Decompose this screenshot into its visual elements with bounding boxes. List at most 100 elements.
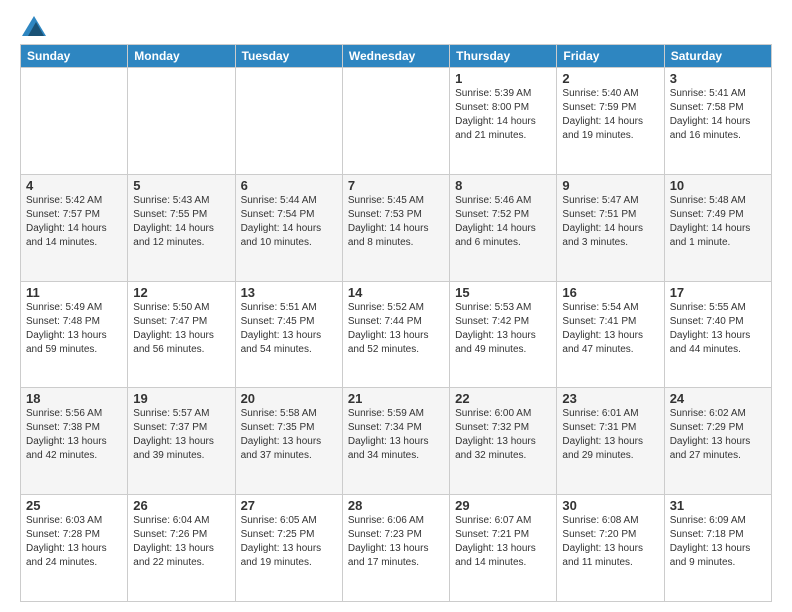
day-number: 28 — [348, 498, 444, 513]
calendar-cell: 27Sunrise: 6:05 AMSunset: 7:25 PMDayligh… — [235, 495, 342, 602]
calendar-cell: 3Sunrise: 5:41 AMSunset: 7:58 PMDaylight… — [664, 68, 771, 175]
calendar-cell: 17Sunrise: 5:55 AMSunset: 7:40 PMDayligh… — [664, 281, 771, 388]
calendar-cell: 18Sunrise: 5:56 AMSunset: 7:38 PMDayligh… — [21, 388, 128, 495]
day-number: 13 — [241, 285, 337, 300]
calendar-row-2: 4Sunrise: 5:42 AMSunset: 7:57 PMDaylight… — [21, 174, 772, 281]
calendar-cell: 4Sunrise: 5:42 AMSunset: 7:57 PMDaylight… — [21, 174, 128, 281]
calendar-row-4: 18Sunrise: 5:56 AMSunset: 7:38 PMDayligh… — [21, 388, 772, 495]
calendar-cell: 25Sunrise: 6:03 AMSunset: 7:28 PMDayligh… — [21, 495, 128, 602]
day-info: Sunrise: 5:59 AMSunset: 7:34 PMDaylight:… — [348, 407, 444, 463]
weekday-thursday: Thursday — [450, 45, 557, 68]
day-number: 31 — [670, 498, 766, 513]
calendar-cell: 20Sunrise: 5:58 AMSunset: 7:35 PMDayligh… — [235, 388, 342, 495]
calendar-cell: 12Sunrise: 5:50 AMSunset: 7:47 PMDayligh… — [128, 281, 235, 388]
calendar-cell — [21, 68, 128, 175]
calendar-cell: 31Sunrise: 6:09 AMSunset: 7:18 PMDayligh… — [664, 495, 771, 602]
calendar-cell: 21Sunrise: 5:59 AMSunset: 7:34 PMDayligh… — [342, 388, 449, 495]
day-number: 19 — [133, 391, 229, 406]
day-info: Sunrise: 6:06 AMSunset: 7:23 PMDaylight:… — [348, 514, 444, 570]
day-info: Sunrise: 5:58 AMSunset: 7:35 PMDaylight:… — [241, 407, 337, 463]
day-info: Sunrise: 5:50 AMSunset: 7:47 PMDaylight:… — [133, 301, 229, 357]
day-number: 27 — [241, 498, 337, 513]
calendar-cell: 15Sunrise: 5:53 AMSunset: 7:42 PMDayligh… — [450, 281, 557, 388]
day-number: 3 — [670, 71, 766, 86]
day-info: Sunrise: 5:54 AMSunset: 7:41 PMDaylight:… — [562, 301, 658, 357]
weekday-tuesday: Tuesday — [235, 45, 342, 68]
calendar-cell: 6Sunrise: 5:44 AMSunset: 7:54 PMDaylight… — [235, 174, 342, 281]
day-number: 5 — [133, 178, 229, 193]
weekday-sunday: Sunday — [21, 45, 128, 68]
calendar-cell: 9Sunrise: 5:47 AMSunset: 7:51 PMDaylight… — [557, 174, 664, 281]
day-info: Sunrise: 6:04 AMSunset: 7:26 PMDaylight:… — [133, 514, 229, 570]
day-number: 23 — [562, 391, 658, 406]
weekday-monday: Monday — [128, 45, 235, 68]
day-info: Sunrise: 5:45 AMSunset: 7:53 PMDaylight:… — [348, 194, 444, 250]
calendar-cell: 1Sunrise: 5:39 AMSunset: 8:00 PMDaylight… — [450, 68, 557, 175]
day-number: 10 — [670, 178, 766, 193]
calendar-cell: 8Sunrise: 5:46 AMSunset: 7:52 PMDaylight… — [450, 174, 557, 281]
day-number: 7 — [348, 178, 444, 193]
day-number: 14 — [348, 285, 444, 300]
calendar-cell: 14Sunrise: 5:52 AMSunset: 7:44 PMDayligh… — [342, 281, 449, 388]
day-info: Sunrise: 6:08 AMSunset: 7:20 PMDaylight:… — [562, 514, 658, 570]
calendar-row-3: 11Sunrise: 5:49 AMSunset: 7:48 PMDayligh… — [21, 281, 772, 388]
day-info: Sunrise: 5:57 AMSunset: 7:37 PMDaylight:… — [133, 407, 229, 463]
day-number: 11 — [26, 285, 122, 300]
calendar-cell: 30Sunrise: 6:08 AMSunset: 7:20 PMDayligh… — [557, 495, 664, 602]
day-number: 17 — [670, 285, 766, 300]
calendar-row-5: 25Sunrise: 6:03 AMSunset: 7:28 PMDayligh… — [21, 495, 772, 602]
day-info: Sunrise: 5:56 AMSunset: 7:38 PMDaylight:… — [26, 407, 122, 463]
calendar-cell: 24Sunrise: 6:02 AMSunset: 7:29 PMDayligh… — [664, 388, 771, 495]
weekday-saturday: Saturday — [664, 45, 771, 68]
calendar-cell — [235, 68, 342, 175]
day-info: Sunrise: 5:41 AMSunset: 7:58 PMDaylight:… — [670, 87, 766, 143]
calendar-cell: 19Sunrise: 5:57 AMSunset: 7:37 PMDayligh… — [128, 388, 235, 495]
day-info: Sunrise: 5:53 AMSunset: 7:42 PMDaylight:… — [455, 301, 551, 357]
day-info: Sunrise: 5:47 AMSunset: 7:51 PMDaylight:… — [562, 194, 658, 250]
header — [20, 16, 772, 36]
calendar-cell: 23Sunrise: 6:01 AMSunset: 7:31 PMDayligh… — [557, 388, 664, 495]
day-number: 6 — [241, 178, 337, 193]
weekday-friday: Friday — [557, 45, 664, 68]
page: SundayMondayTuesdayWednesdayThursdayFrid… — [0, 0, 792, 612]
day-number: 2 — [562, 71, 658, 86]
day-number: 16 — [562, 285, 658, 300]
weekday-wednesday: Wednesday — [342, 45, 449, 68]
day-info: Sunrise: 6:07 AMSunset: 7:21 PMDaylight:… — [455, 514, 551, 570]
calendar-cell: 7Sunrise: 5:45 AMSunset: 7:53 PMDaylight… — [342, 174, 449, 281]
day-number: 15 — [455, 285, 551, 300]
calendar-cell: 26Sunrise: 6:04 AMSunset: 7:26 PMDayligh… — [128, 495, 235, 602]
day-number: 12 — [133, 285, 229, 300]
day-info: Sunrise: 5:46 AMSunset: 7:52 PMDaylight:… — [455, 194, 551, 250]
day-info: Sunrise: 6:00 AMSunset: 7:32 PMDaylight:… — [455, 407, 551, 463]
day-info: Sunrise: 5:51 AMSunset: 7:45 PMDaylight:… — [241, 301, 337, 357]
day-number: 26 — [133, 498, 229, 513]
calendar-table: SundayMondayTuesdayWednesdayThursdayFrid… — [20, 44, 772, 602]
day-number: 25 — [26, 498, 122, 513]
day-info: Sunrise: 6:03 AMSunset: 7:28 PMDaylight:… — [26, 514, 122, 570]
logo-icon — [22, 16, 46, 36]
calendar-cell: 13Sunrise: 5:51 AMSunset: 7:45 PMDayligh… — [235, 281, 342, 388]
calendar-cell: 11Sunrise: 5:49 AMSunset: 7:48 PMDayligh… — [21, 281, 128, 388]
day-number: 4 — [26, 178, 122, 193]
day-info: Sunrise: 5:48 AMSunset: 7:49 PMDaylight:… — [670, 194, 766, 250]
day-number: 29 — [455, 498, 551, 513]
logo — [20, 16, 46, 36]
calendar-cell: 28Sunrise: 6:06 AMSunset: 7:23 PMDayligh… — [342, 495, 449, 602]
day-info: Sunrise: 5:52 AMSunset: 7:44 PMDaylight:… — [348, 301, 444, 357]
calendar-cell: 5Sunrise: 5:43 AMSunset: 7:55 PMDaylight… — [128, 174, 235, 281]
day-info: Sunrise: 5:40 AMSunset: 7:59 PMDaylight:… — [562, 87, 658, 143]
calendar-cell — [128, 68, 235, 175]
calendar-cell: 10Sunrise: 5:48 AMSunset: 7:49 PMDayligh… — [664, 174, 771, 281]
day-number: 18 — [26, 391, 122, 406]
day-info: Sunrise: 6:02 AMSunset: 7:29 PMDaylight:… — [670, 407, 766, 463]
calendar-cell: 2Sunrise: 5:40 AMSunset: 7:59 PMDaylight… — [557, 68, 664, 175]
day-info: Sunrise: 5:39 AMSunset: 8:00 PMDaylight:… — [455, 87, 551, 143]
day-info: Sunrise: 5:49 AMSunset: 7:48 PMDaylight:… — [26, 301, 122, 357]
day-number: 24 — [670, 391, 766, 406]
calendar-cell: 22Sunrise: 6:00 AMSunset: 7:32 PMDayligh… — [450, 388, 557, 495]
day-number: 9 — [562, 178, 658, 193]
day-info: Sunrise: 5:42 AMSunset: 7:57 PMDaylight:… — [26, 194, 122, 250]
day-info: Sunrise: 5:43 AMSunset: 7:55 PMDaylight:… — [133, 194, 229, 250]
day-number: 30 — [562, 498, 658, 513]
